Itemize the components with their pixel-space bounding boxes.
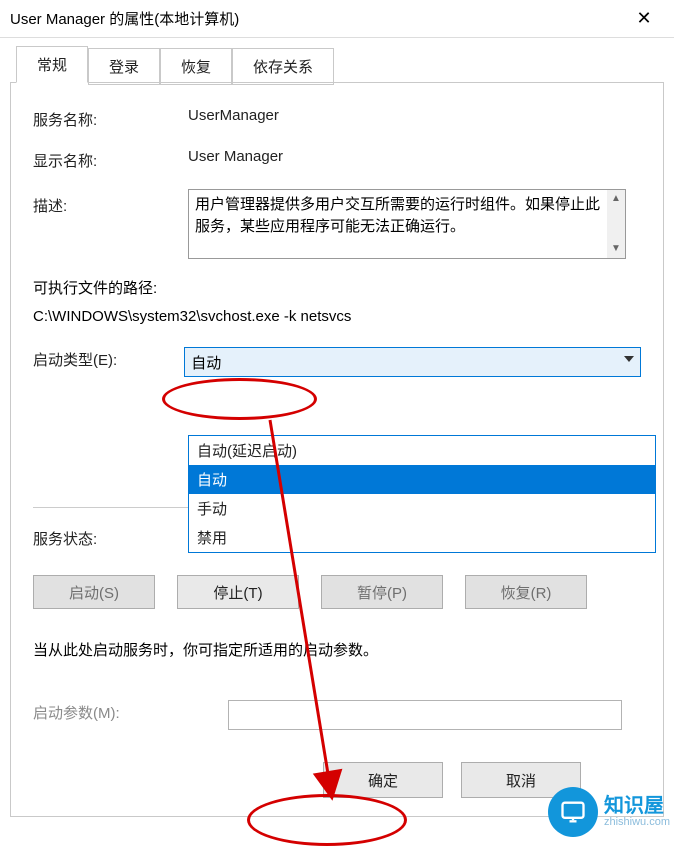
ok-button[interactable]: 确定: [323, 762, 443, 798]
startup-type-selected: 自动: [191, 352, 221, 373]
startup-type-label: 启动类型(E):: [33, 347, 184, 377]
option-auto-delayed[interactable]: 自动(延迟启动): [189, 436, 655, 465]
brand-name: 知识屋: [604, 796, 670, 816]
start-params-label: 启动参数(M):: [33, 700, 228, 730]
description-box[interactable]: 用户管理器提供多用户交互所需要的运行时组件。如果停止此服务，某些应用程序可能无法…: [188, 189, 626, 259]
start-params-input: [228, 700, 622, 730]
startup-type-dropdown: 自动(延迟启动) 自动 手动 禁用: [188, 435, 656, 553]
brand-url: zhishiwu.com: [604, 816, 670, 828]
tab-dependencies[interactable]: 依存关系: [232, 48, 334, 85]
startup-type-select[interactable]: 自动: [184, 347, 641, 377]
scroll-down-icon[interactable]: ▼: [607, 240, 625, 258]
display-name-value: User Manager: [188, 148, 641, 171]
tabstrip: 常规 登录 恢复 依存关系: [16, 46, 664, 83]
resume-button: 恢复(R): [465, 575, 587, 609]
tab-general[interactable]: 常规: [16, 46, 88, 83]
pause-button: 暂停(P): [321, 575, 443, 609]
start-params-hint: 当从此处启动服务时，你可指定所适用的启动参数。: [33, 639, 641, 660]
description-label: 描述:: [33, 189, 188, 259]
window-title: User Manager 的属性(本地计算机): [10, 8, 622, 29]
brand-icon: [548, 787, 598, 837]
tabpanel-general: 服务名称: UserManager 显示名称: User Manager 描述:…: [10, 82, 664, 817]
close-icon[interactable]: ✕: [622, 4, 666, 34]
tab-recovery[interactable]: 恢复: [160, 48, 232, 85]
chevron-down-icon: [624, 356, 634, 362]
option-auto[interactable]: 自动: [189, 465, 655, 494]
service-name-label: 服务名称:: [33, 107, 188, 130]
brand-watermark: 知识屋 zhishiwu.com: [548, 787, 670, 837]
description-text: 用户管理器提供多用户交互所需要的运行时组件。如果停止此服务，某些应用程序可能无法…: [195, 196, 600, 235]
stop-button[interactable]: 停止(T): [177, 575, 299, 609]
start-button: 启动(S): [33, 575, 155, 609]
option-disabled[interactable]: 禁用: [189, 523, 655, 552]
service-name-value: UserManager: [188, 107, 641, 130]
description-scrollbar[interactable]: ▲ ▼: [607, 190, 625, 258]
scroll-up-icon[interactable]: ▲: [607, 190, 625, 208]
service-status-label: 服务状态:: [33, 526, 188, 549]
option-manual[interactable]: 手动: [189, 494, 655, 523]
display-name-label: 显示名称:: [33, 148, 188, 171]
exe-path-value: C:\WINDOWS\system32\svchost.exe -k netsv…: [33, 308, 641, 325]
tab-logon[interactable]: 登录: [88, 48, 160, 85]
exe-path-label: 可执行文件的路径:: [33, 277, 641, 298]
